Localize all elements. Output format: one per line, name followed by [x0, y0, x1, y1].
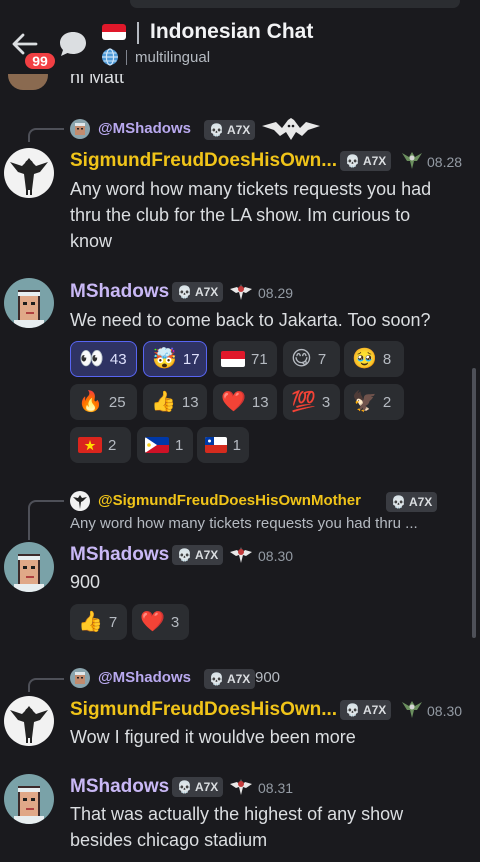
reaction-thumbs-up[interactable]: 👍 13 [143, 384, 207, 420]
deathbat-icon [230, 284, 252, 300]
avatar[interactable] [4, 542, 54, 592]
thumbs-up-icon: 👍 [78, 611, 103, 633]
guild-emblem-icon [402, 152, 422, 169]
reply-author[interactable]: @SigmundFreudDoesHisOwnMother [98, 492, 361, 509]
reaction-eyes[interactable]: 👀 43 [70, 341, 137, 377]
skull-icon: 💀 [209, 123, 224, 137]
channel-title[interactable]: Indonesian Chat [150, 20, 313, 44]
yum-face-icon: 😋 [291, 348, 312, 370]
reply-connector [28, 500, 64, 540]
eyes-icon: 👀 [79, 348, 104, 370]
channel-subtitle: multilingual [135, 49, 211, 66]
role-tag: 💀 A7X [204, 120, 256, 140]
message-line: That was actually the highest of any sho… [70, 804, 404, 824]
message-line: Wow I figured it wouldve been more [70, 727, 356, 747]
divider [137, 22, 139, 44]
skull-icon: 💀 [209, 672, 224, 686]
timestamp: 08.29 [258, 285, 294, 301]
unread-badge: 99 [22, 50, 58, 72]
avatar[interactable] [4, 148, 54, 198]
message-line: We need to come back to Jakarta. Too soo… [70, 310, 431, 330]
chile-flag-icon [205, 437, 227, 453]
channel-header: 99 Indonesian Chat multilingual [0, 10, 480, 74]
message-author[interactable]: MShadows [70, 281, 169, 303]
reply-connector [28, 678, 64, 692]
thumbs-up-icon: 👍 [151, 391, 176, 413]
skull-icon: 💀 [177, 780, 192, 794]
globe-icon [102, 48, 118, 66]
skull-icon: 💀 [345, 154, 360, 168]
reply-avatar [70, 491, 90, 511]
heart-icon: ❤️ [140, 611, 165, 633]
skull-icon: 💀 [345, 703, 360, 717]
indonesia-flag-icon [221, 351, 245, 367]
timestamp: 08.28 [427, 154, 463, 170]
role-tag: 💀 A7X [340, 151, 392, 171]
hundred-points-icon: 💯 [291, 391, 316, 413]
reply-author[interactable]: @MShadows [98, 669, 191, 686]
scrollbar[interactable] [472, 368, 476, 638]
message-line: besides chicago stadium [70, 830, 268, 850]
message-line: 900 [70, 572, 101, 592]
timestamp: 08.31 [258, 780, 294, 796]
reply-author[interactable]: @MShadows [98, 120, 191, 137]
reply-preview[interactable]: 900 [255, 669, 280, 686]
avatar[interactable] [4, 696, 54, 746]
skull-icon: 💀 [177, 285, 192, 299]
deathbat-icon [230, 779, 252, 795]
mind-blown-icon: 🤯 [152, 348, 177, 370]
indonesia-flag-icon [102, 24, 126, 40]
chat-bubble-icon[interactable] [58, 30, 88, 58]
reaction-holding-tears[interactable]: 🥹 8 [344, 341, 404, 377]
heart-icon: ❤️ [221, 391, 246, 413]
reaction-thumbs-up[interactable]: 👍 7 [70, 604, 127, 640]
philippines-flag-icon [145, 437, 169, 453]
eagle-icon: 🦅 [352, 391, 377, 413]
reaction-yum[interactable]: 😋 7 [283, 341, 340, 377]
reply-avatar [70, 668, 90, 688]
reaction-eagle[interactable]: 🦅 2 [344, 384, 404, 420]
role-tag: 💀 A7X [204, 669, 256, 689]
reaction-fire[interactable]: 🔥 25 [70, 384, 137, 420]
role-tag: 💀 A7X [340, 700, 392, 720]
deathbat-icon [262, 118, 320, 140]
skull-icon: 💀 [177, 548, 192, 562]
message-author[interactable]: MShadows [70, 776, 169, 798]
reaction-chile-flag[interactable]: 1 [197, 427, 249, 463]
role-tag: 💀 A7X [172, 777, 224, 797]
avatar[interactable] [4, 278, 54, 328]
message-line: thru the club for the LA show. Im curiou… [70, 205, 411, 225]
reply-avatar [70, 119, 90, 139]
reaction-heart[interactable]: ❤️ 3 [132, 604, 189, 640]
timestamp: 08.30 [427, 703, 463, 719]
fire-icon: 🔥 [78, 391, 103, 413]
status-strip [0, 0, 480, 10]
skull-icon: 💀 [391, 495, 406, 509]
message-author[interactable]: MShadows [70, 544, 169, 566]
reaction-heart[interactable]: ❤️ 13 [213, 384, 277, 420]
timestamp: 08.30 [258, 548, 294, 564]
reaction-hundred[interactable]: 💯 3 [283, 384, 340, 420]
message-author[interactable]: SigmundFreudDoesHisOwn... [70, 150, 337, 172]
message-line: know [70, 231, 113, 251]
reaction-philippines-flag[interactable]: 1 [137, 427, 193, 463]
vietnam-flag-icon [78, 437, 102, 453]
reaction-vietnam-flag[interactable]: 2 [70, 427, 131, 463]
role-tag: 💀 A7X [172, 282, 224, 302]
message-author[interactable]: SigmundFreudDoesHisOwn... [70, 699, 337, 721]
reaction-indonesia-flag[interactable]: 71 [213, 341, 277, 377]
guild-emblem-icon [402, 701, 422, 718]
avatar[interactable] [4, 774, 54, 824]
deathbat-icon [230, 547, 252, 563]
holding-back-tears-icon: 🥹 [352, 348, 377, 370]
divider [126, 50, 127, 65]
reaction-mind-blown[interactable]: 🤯 17 [143, 341, 207, 377]
reply-preview[interactable]: Any word how many tickets requests you h… [70, 515, 470, 532]
role-tag: 💀 A7X [386, 492, 438, 512]
reply-connector [28, 128, 64, 142]
role-tag: 💀 A7X [172, 545, 224, 565]
message-line: Any word how many tickets requests you h… [70, 179, 432, 199]
